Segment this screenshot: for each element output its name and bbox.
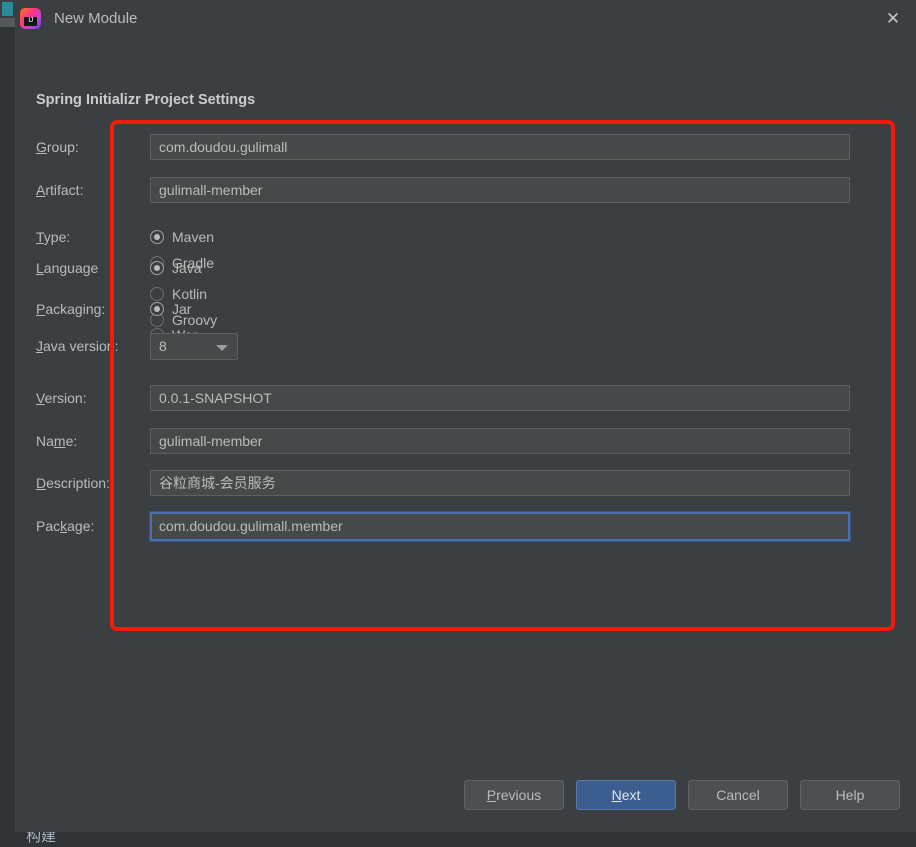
language-radio-group: Java Kotlin Groovy [150, 255, 250, 328]
package-input[interactable]: com.doudou.gulimall.member [149, 511, 851, 542]
dialog-content: Spring Initializr Project Settings Group… [15, 37, 916, 832]
dialog-titlebar: IJ New Module ✕ [15, 0, 916, 37]
cancel-button[interactable]: Cancel [688, 780, 788, 810]
logo-initials: IJ [28, 17, 33, 24]
packaging-radio-group: Jar War [150, 296, 240, 343]
group-input[interactable]: com.doudou.gulimall [150, 134, 850, 160]
type-label: Type: [36, 229, 71, 245]
previous-button[interactable]: Previous [464, 780, 564, 810]
packaging-radio-jar-label: Jar [172, 301, 192, 317]
java-version-dropdown[interactable]: 8 [150, 333, 238, 360]
description-input[interactable]: 谷粒商城-会员服务 [150, 470, 850, 496]
new-module-dialog: IJ New Module ✕ Spring Initializr Projec… [15, 0, 916, 832]
version-label: Version: [36, 390, 87, 406]
next-button[interactable]: Next [576, 780, 676, 810]
type-radio-group: Maven Gradle [150, 224, 250, 271]
group-label: Group: [36, 139, 79, 155]
packaging-label: Packaging: [36, 301, 106, 317]
close-icon[interactable]: ✕ [870, 0, 916, 37]
packaging-radio-jar[interactable]: Jar [150, 296, 240, 322]
background-accent-block [2, 2, 13, 16]
language-radio-java[interactable]: Java [150, 255, 240, 281]
background-window-strip [0, 0, 15, 847]
radio-circle-icon [150, 302, 164, 316]
package-label: Package: [36, 518, 95, 534]
language-label: Language [36, 260, 99, 276]
background-toolbar-sliver [0, 18, 15, 27]
window-title: New Module [54, 10, 138, 27]
artifact-input[interactable]: gulimall-member [150, 177, 850, 203]
version-input[interactable]: 0.0.1-SNAPSHOT [150, 385, 850, 411]
intellij-idea-logo-icon: IJ [20, 8, 41, 29]
radio-circle-icon [150, 230, 164, 244]
artifact-label: Artifact: [36, 182, 84, 198]
page-title: Spring Initializr Project Settings [36, 92, 256, 108]
name-label: Name: [36, 433, 78, 449]
name-input[interactable]: gulimall-member [150, 428, 850, 454]
type-radio-maven-label: Maven [172, 229, 215, 245]
chevron-down-icon [216, 345, 228, 351]
help-button[interactable]: Help [800, 780, 900, 810]
description-label: Description: [36, 475, 110, 491]
background-editor-sliver [0, 27, 15, 847]
language-radio-java-label: Java [172, 260, 202, 276]
dialog-footer: Previous Next Cancel Help [15, 780, 916, 810]
type-radio-maven[interactable]: Maven [150, 224, 240, 250]
java-version-value: 8 [159, 338, 167, 354]
radio-circle-icon [150, 261, 164, 275]
java-version-label: Java version: [36, 338, 119, 354]
